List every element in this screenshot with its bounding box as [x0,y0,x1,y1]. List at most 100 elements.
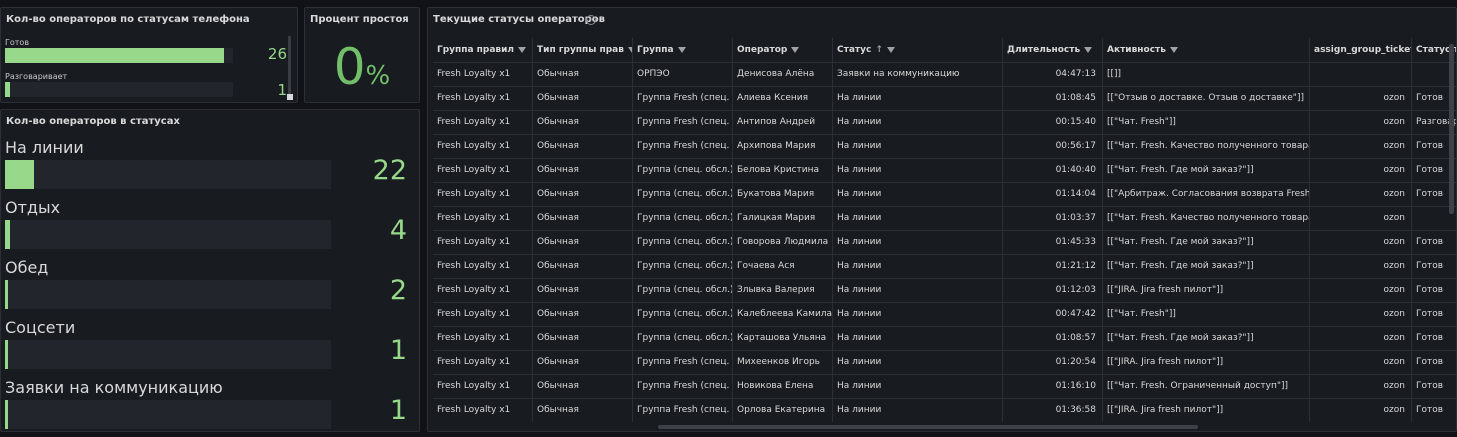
table-cell: [["Чат. Fresh. Где мой заказ?"]] [1103,255,1310,278]
table-cell: Группа (спец. обсл.) [633,279,733,302]
table-cell: Обычная [533,255,633,278]
filter-icon[interactable] [677,46,686,53]
column-header[interactable]: assign_group_ticket [1310,38,1412,62]
phone-status-bar-fill [5,48,224,63]
status-label: Соцсети [5,318,76,337]
table-cell: Алиева Ксения [733,87,833,110]
filter-icon[interactable] [886,46,895,53]
table-cell: На линии [833,159,1003,182]
table-cell: [["Арбитраж. Согласования возврата Fresh… [1103,183,1310,206]
table-cell: 01:16:10 [1003,375,1103,398]
table-cell: Михеенков Игорь [733,351,833,374]
table-row[interactable]: Fresh Loyalty x1 Обычная Группа (спец. обс… [433,254,1456,279]
table-row[interactable]: Fresh Loyalty x1 Обычная Группа (спец. обс… [433,302,1456,327]
table-cell: Группа (спец. обсл.) [633,327,733,350]
table-row[interactable]: Fresh Loyalty x1 Обычная Группа (спец. обс… [433,182,1456,207]
info-icon[interactable]: i [586,15,596,25]
filter-icon[interactable] [1169,46,1178,53]
table-cell: [["Чат. Fresh. Где мой заказ?"]] [1103,159,1310,182]
table-cell [1310,63,1412,86]
phone-status-value: 26 [267,45,287,63]
table-row[interactable]: Fresh Loyalty x1 Обычная Группа Fresh (спе… [433,86,1456,111]
table-cell: Группа (спец. обсл.) [633,255,733,278]
phone-status-label: Готов [5,38,30,47]
table-cell: ozon [1310,303,1412,326]
table-cell: На линии [833,279,1003,302]
table-cell: 01:36:58 [1003,399,1103,422]
table-row[interactable]: Fresh Loyalty x1 Обычная Группа Fresh (спе… [433,110,1456,135]
table-horizontal-scrollbar[interactable] [658,425,1198,429]
table-row[interactable]: Fresh Loyalty x1 Обычная ОРПЭО Денисова Алё… [433,62,1456,87]
table-row[interactable]: Fresh Loyalty x1 Обычная Группа (спец. обс… [433,278,1456,303]
table-row[interactable]: Fresh Loyalty x1 Обычная Группа Fresh (спе… [433,398,1456,423]
table-cell: Обычная [533,231,633,254]
table-row[interactable]: Fresh Loyalty x1 Обычная Группа (спец. обс… [433,326,1456,351]
table-cell: Обычная [533,63,633,86]
table-row[interactable]: Fresh Loyalty x1 Обычная Группа Fresh (спе… [433,134,1456,159]
table-cell: Обычная [533,111,633,134]
table-cell: Готов [1412,279,1456,302]
table-cell: 00:56:17 [1003,135,1103,158]
table-cell: Группа Fresh (спец. обсл.) [633,135,733,158]
column-header[interactable]: Оператор [733,38,833,62]
sort-ascending-icon[interactable]: ↑ [875,45,883,55]
table-cell: ozon [1310,279,1412,302]
filter-icon[interactable] [791,46,800,53]
filter-icon[interactable] [518,46,527,53]
table-row[interactable]: Fresh Loyalty x1 Обычная Группа (спец. обс… [433,206,1456,231]
table-cell: [["Чат. Fresh. Качество полученного това… [1103,135,1310,158]
table-row[interactable]: Fresh Loyalty x1 Обычная Группа (спец. обс… [433,158,1456,183]
table-vertical-scrollbar[interactable] [1449,44,1454,214]
status-bar [5,280,331,309]
status-bar [5,400,331,429]
idle-percent-panel: Процент простоя 0% [304,7,420,103]
table-cell: Готов [1412,375,1456,398]
table-cell: [["Чат. Fresh. Где мой заказ?"]] [1103,327,1310,350]
percent-number: 0 [333,38,366,96]
table-cell: Fresh Loyalty x1 [433,255,533,278]
operator-status-panel: Кол-во операторов в статусах На линии 22… [0,109,420,432]
column-header[interactable]: Группа [633,38,733,62]
column-header[interactable]: Тип группы прав [533,38,633,62]
table-cell: 01:45:33 [1003,231,1103,254]
table-cell: Группа Fresh (спец. обсл.) [633,87,733,110]
table-cell: Готов [1412,351,1456,374]
table-cell: Заявки на коммуникацию [833,63,1003,86]
table-cell: Fresh Loyalty x1 [433,351,533,374]
table-cell: Белова Кристина [733,159,833,182]
table-cell: Fresh Loyalty x1 [433,279,533,302]
column-header[interactable]: Активность [1103,38,1310,62]
table-cell: Fresh Loyalty x1 [433,159,533,182]
scrollbar-thumb[interactable] [287,94,293,100]
table-cell: Новикова Елена [733,375,833,398]
table-row[interactable]: Fresh Loyalty x1 Обычная Группа Fresh (спе… [433,374,1456,399]
table-cell: [["Чат. Fresh. Качество полученного това… [1103,207,1310,230]
percent-unit: % [365,61,391,91]
table-cell: Обычная [533,399,633,422]
filter-icon[interactable] [1084,46,1093,53]
phone-panel-scrollbar[interactable] [287,36,293,100]
idle-percent-value: 0% [305,38,419,96]
table-cell: Карташова Ульяна [733,327,833,350]
table-cell: Готов [1412,231,1456,254]
table-cell: ozon [1310,183,1412,206]
panel-title: Текущие статусы операторов [433,14,605,25]
table-cell: На линии [833,111,1003,134]
status-label: Заявки на коммуникацию [5,378,223,397]
status-bar-fill [5,400,8,429]
column-header[interactable]: Статус ↑ [833,38,1003,62]
table-row[interactable]: Fresh Loyalty x1 Обычная Группа (спец. обс… [433,230,1456,255]
column-header[interactable]: Длительность [1003,38,1103,62]
table-row[interactable]: Fresh Loyalty x1 Обычная Группа Fresh (спе… [433,350,1456,375]
table-cell: 01:21:12 [1003,255,1103,278]
table-cell: ozon [1310,399,1412,422]
status-value: 4 [389,215,407,246]
column-header[interactable]: Группа правил [433,38,533,62]
column-header-label: Длительность [1007,45,1081,55]
table-cell: На линии [833,303,1003,326]
table-cell: 01:03:37 [1003,207,1103,230]
table-cell: Обычная [533,279,633,302]
phone-status-value: 1 [277,81,287,99]
status-value: 22 [372,155,407,186]
panel-title: Кол-во операторов по статусам телефона [6,14,250,25]
